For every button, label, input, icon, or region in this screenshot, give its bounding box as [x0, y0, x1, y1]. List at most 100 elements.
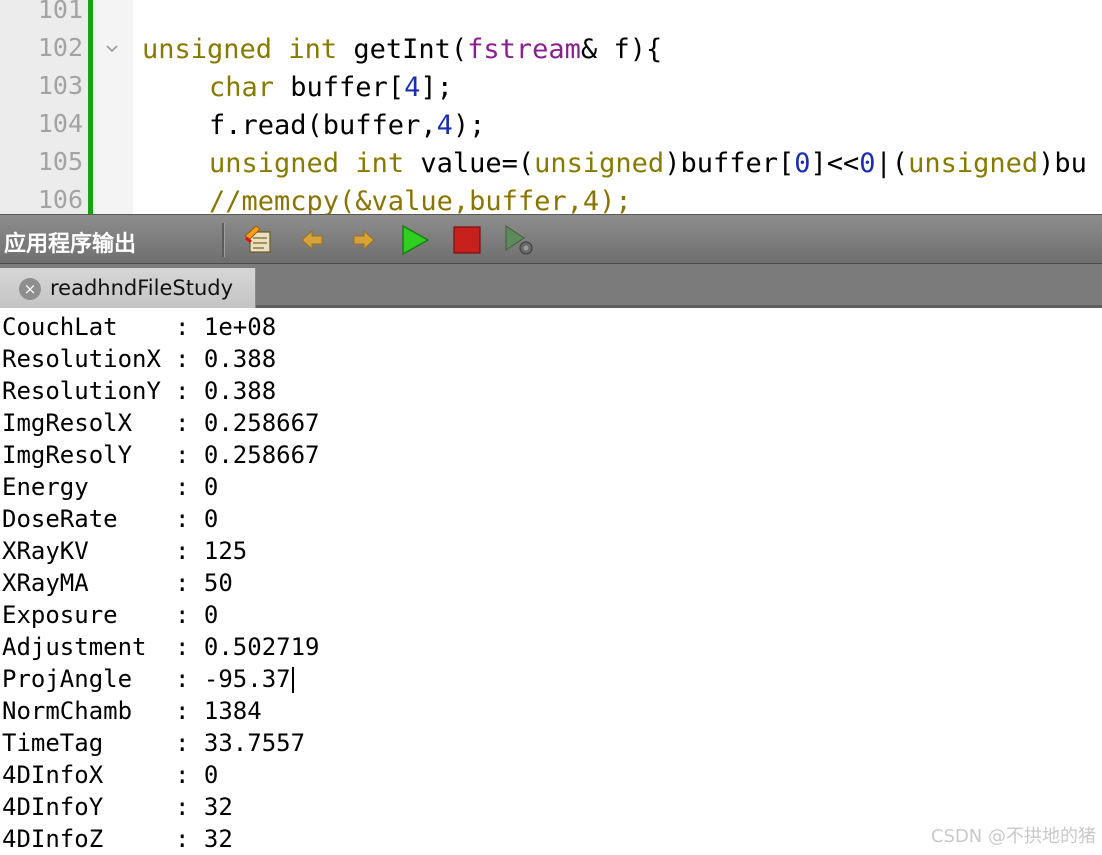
- next-item-icon[interactable]: [346, 224, 380, 256]
- code-text: f.read(buffer,: [209, 110, 437, 141]
- output-line: 4DInfoY: 32: [2, 791, 233, 823]
- code-line-104: f.read(buffer,4);: [209, 107, 485, 145]
- output-value: 0.388: [203, 377, 277, 405]
- output-key: Adjustment: [2, 633, 147, 661]
- output-panel-toolbar: 应用程序输出: [0, 214, 1102, 264]
- output-separator: :: [175, 825, 204, 853]
- output-separator: :: [175, 569, 204, 597]
- output-line: ResolutionY: 0.388: [2, 375, 276, 407]
- output-key: ProjAngle: [2, 665, 133, 693]
- output-line: TimeTag: 33.7557: [2, 727, 305, 759]
- output-separator: :: [175, 633, 204, 661]
- code-line-105: unsigned int value=(unsigned)buffer[0]<<…: [209, 145, 1087, 183]
- number-literal: 4: [436, 110, 453, 141]
- output-value: 0: [203, 473, 219, 501]
- code-line-103: char buffer[4];: [209, 69, 453, 107]
- previous-item-icon[interactable]: [296, 224, 330, 256]
- keyword: unsigned: [534, 148, 665, 179]
- output-separator: :: [175, 729, 204, 757]
- code-comment: //memcpy(&value,buffer,4);: [209, 186, 632, 214]
- output-value: 0.258667: [203, 409, 320, 437]
- output-value: 1384: [203, 697, 262, 725]
- run-icon[interactable]: [398, 224, 432, 256]
- output-tab-bar: × readhndFileStudy: [0, 264, 1102, 308]
- keyword: char: [209, 72, 275, 103]
- code-text: )bu: [1038, 148, 1087, 179]
- output-value: 0: [203, 601, 219, 629]
- panel-title: 应用程序输出: [4, 232, 137, 257]
- output-line: NormChamb: 1384: [2, 695, 262, 727]
- code-text: & f){: [580, 34, 663, 65]
- code-text: );: [452, 110, 486, 141]
- fold-strip: [93, 0, 133, 214]
- line-number: 101: [37, 0, 83, 24]
- output-key: TimeTag: [2, 729, 104, 757]
- output-value: 1e+08: [203, 313, 277, 341]
- output-key: XRayKV: [2, 537, 89, 565]
- output-value: 0.388: [203, 345, 277, 373]
- output-separator: :: [175, 601, 204, 629]
- output-line: ProjAngle: -95.37: [2, 663, 294, 695]
- stop-icon[interactable]: [450, 224, 484, 256]
- output-line: Adjustment: 0.502719: [2, 631, 320, 663]
- code-text: |(: [875, 148, 909, 179]
- code-text: getInt(: [337, 34, 468, 65]
- output-separator: :: [175, 345, 204, 373]
- attach-debugger-icon[interactable]: [502, 224, 536, 256]
- keyword: unsigned: [142, 34, 273, 65]
- output-value: 32: [203, 825, 233, 853]
- output-separator: :: [175, 377, 204, 405]
- output-line: ImgResolX: 0.258667: [2, 407, 320, 439]
- fold-chevron-down-icon[interactable]: [104, 41, 120, 57]
- output-value: 0: [203, 505, 219, 533]
- output-key: NormChamb: [2, 697, 133, 725]
- clear-output-icon[interactable]: [242, 224, 276, 256]
- type-identifier: fstream: [467, 34, 581, 65]
- output-key: 4DInfoX: [2, 761, 104, 789]
- output-value: 33.7557: [203, 729, 306, 757]
- output-separator: :: [175, 697, 204, 725]
- output-key: 4DInfoZ: [2, 825, 104, 853]
- output-key: Energy: [2, 473, 89, 501]
- output-key: Exposure: [2, 601, 118, 629]
- output-key: CouchLat: [2, 313, 118, 341]
- line-number: 102: [37, 33, 83, 62]
- output-key: ResolutionX: [2, 345, 161, 373]
- output-line: CouchLat: 1e+08: [2, 311, 276, 343]
- code-text: ]<<: [810, 148, 860, 179]
- line-number: 103: [37, 71, 83, 100]
- output-line: XRayMA: 50: [2, 567, 233, 599]
- number-literal: 0: [859, 148, 876, 179]
- output-value: 50: [203, 569, 233, 597]
- output-separator: :: [175, 441, 204, 469]
- keyword: unsigned: [209, 148, 340, 179]
- output-value: 32: [203, 793, 233, 821]
- output-line: 4DInfoX: 0: [2, 759, 218, 791]
- keyword: int: [288, 34, 338, 65]
- output-line: Energy: 0: [2, 471, 218, 503]
- output-separator: :: [175, 409, 204, 437]
- output-separator: :: [175, 537, 204, 565]
- code-editor[interactable]: 101 102 103 104 105 106 unsigned int get…: [0, 0, 1102, 214]
- line-number-gutter: 101 102 103 104 105 106: [0, 0, 88, 214]
- output-value: 0.502719: [203, 633, 320, 661]
- output-key: 4DInfoY: [2, 793, 104, 821]
- tab-close-icon[interactable]: ×: [19, 278, 41, 300]
- line-number: 106: [37, 185, 83, 214]
- output-value: 0: [203, 761, 219, 789]
- keyword: unsigned: [908, 148, 1039, 179]
- tab-label: readhndFileStudy: [50, 276, 234, 300]
- toolbar-separator: [222, 223, 225, 257]
- application-output[interactable]: CouchLat: 1e+08 ResolutionX: 0.388 Resolut…: [0, 311, 1102, 854]
- output-line: Exposure: 0: [2, 599, 218, 631]
- number-literal: 4: [404, 72, 421, 103]
- output-separator: :: [175, 761, 204, 789]
- output-separator: :: [175, 505, 204, 533]
- code-text: buffer[: [274, 72, 405, 103]
- output-key: ImgResolX: [2, 409, 133, 437]
- code-line-102: unsigned int getInt(fstream& f){: [142, 31, 662, 69]
- code-text: ];: [420, 72, 453, 103]
- output-key: DoseRate: [2, 505, 118, 533]
- tab-readhndfilestudy[interactable]: × readhndFileStudy: [0, 268, 256, 308]
